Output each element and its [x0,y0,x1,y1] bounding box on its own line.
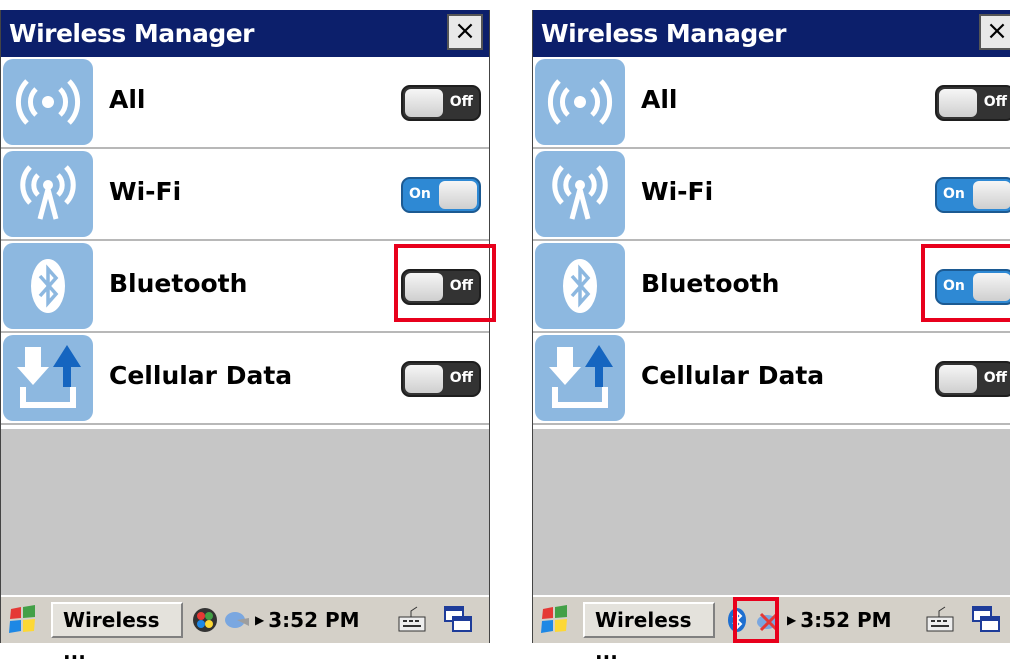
row-label-cellular: Cellular Data [641,361,825,390]
wireless-manager-after: Wireless Manager × All Off Wi-Fi On Blue… [532,10,1010,664]
title-bar: Wireless Manager × [1,10,489,57]
toggle-knob [405,89,443,117]
wifi-antenna-icon [535,151,625,237]
network-disconnected-icon[interactable] [755,606,783,634]
row-cellular: Cellular Data Off [1,333,489,425]
bluetooth-tray-icon[interactable] [723,606,751,634]
empty-area [1,429,489,597]
wifi-antenna-icon [3,151,93,237]
close-button[interactable]: × [447,14,483,50]
toggle-knob [439,181,477,209]
row-label-wifi: Wi-Fi [109,177,182,206]
keyboard-input-icon[interactable] [925,605,955,635]
row-all: All Off [1,57,489,149]
row-label-bluetooth: Bluetooth [109,269,248,298]
taskbar-task-wireless[interactable]: Wireless ... [583,602,715,664]
system-tray: ▶ 3:52 PM [723,602,892,638]
row-label-bluetooth: Bluetooth [641,269,780,298]
empty-area [533,429,1010,597]
bluetooth-icon [3,243,93,329]
cellular-data-icon [3,335,93,421]
toggle-knob [939,365,977,393]
all-radios-icon [3,59,93,145]
toggle-knob [405,273,443,301]
bluetooth-icon [535,243,625,329]
tray-expand-arrow-icon[interactable]: ▶ [787,613,796,627]
system-tray: ▶ 3:52 PM [191,602,360,638]
start-windows-flag-icon[interactable] [539,605,571,635]
toggle-all[interactable]: Off [935,85,1010,121]
row-label-cellular: Cellular Data [109,361,293,390]
close-button[interactable]: × [979,14,1010,50]
tray-expand-arrow-icon[interactable]: ▶ [255,613,264,627]
row-all: All Off [533,57,1010,149]
cellular-data-icon [535,335,625,421]
row-wifi: Wi-Fi On [1,149,489,241]
toggle-state-text: On [409,186,431,202]
toggle-state-text: Off [449,370,473,386]
radio-list: All Off Wi-Fi On [533,57,1010,425]
window-switch-icon[interactable] [971,605,1001,635]
toggle-wifi[interactable]: On [401,177,481,213]
row-label-all: All [109,85,146,114]
wireless-manager-before: Wireless Manager × All Off Wi-Fi On Blue… [0,10,496,664]
row-cellular: Cellular Data Off [533,333,1010,425]
network-connection-icon[interactable] [223,606,251,634]
toggle-state-text: Off [449,94,473,110]
toggle-wifi[interactable]: On [935,177,1010,213]
window-title: Wireless Manager [9,19,255,48]
toggle-knob [973,181,1010,209]
toggle-knob [939,89,977,117]
toggle-bluetooth[interactable]: On [935,269,1010,305]
keyboard-input-icon[interactable] [397,605,427,635]
taskbar: Wireless ... ▶ 3:52 PM [1,595,489,664]
row-label-all: All [641,85,678,114]
toggle-state-text: On [943,186,965,202]
clock[interactable]: 3:52 PM [268,608,359,632]
all-radios-icon [535,59,625,145]
window-title: Wireless Manager [541,19,787,48]
toggle-knob [405,365,443,393]
toggle-cellular[interactable]: Off [401,361,481,397]
window-switch-icon[interactable] [443,605,473,635]
toggle-state-text: On [943,278,965,294]
title-bar: Wireless Manager × [533,10,1010,57]
taskbar: Wireless ... ▶ 3:52 PM [533,595,1010,664]
radio-list: All Off Wi-Fi On [1,57,489,425]
taskbar-task-wireless[interactable]: Wireless ... [51,602,183,664]
toggle-knob [973,273,1010,301]
row-label-wifi: Wi-Fi [641,177,714,206]
toggle-cellular[interactable]: Off [935,361,1010,397]
start-windows-flag-icon[interactable] [7,605,39,635]
clock[interactable]: 3:52 PM [800,608,891,632]
row-bluetooth: Bluetooth Off [1,241,489,333]
row-wifi: Wi-Fi On [533,149,1010,241]
toggle-all[interactable]: Off [401,85,481,121]
radio-status-icon[interactable] [191,606,219,634]
toggle-state-text: Off [983,370,1007,386]
toggle-state-text: Off [449,278,473,294]
row-bluetooth: Bluetooth On [533,241,1010,333]
toggle-state-text: Off [983,94,1007,110]
toggle-bluetooth[interactable]: Off [401,269,481,305]
